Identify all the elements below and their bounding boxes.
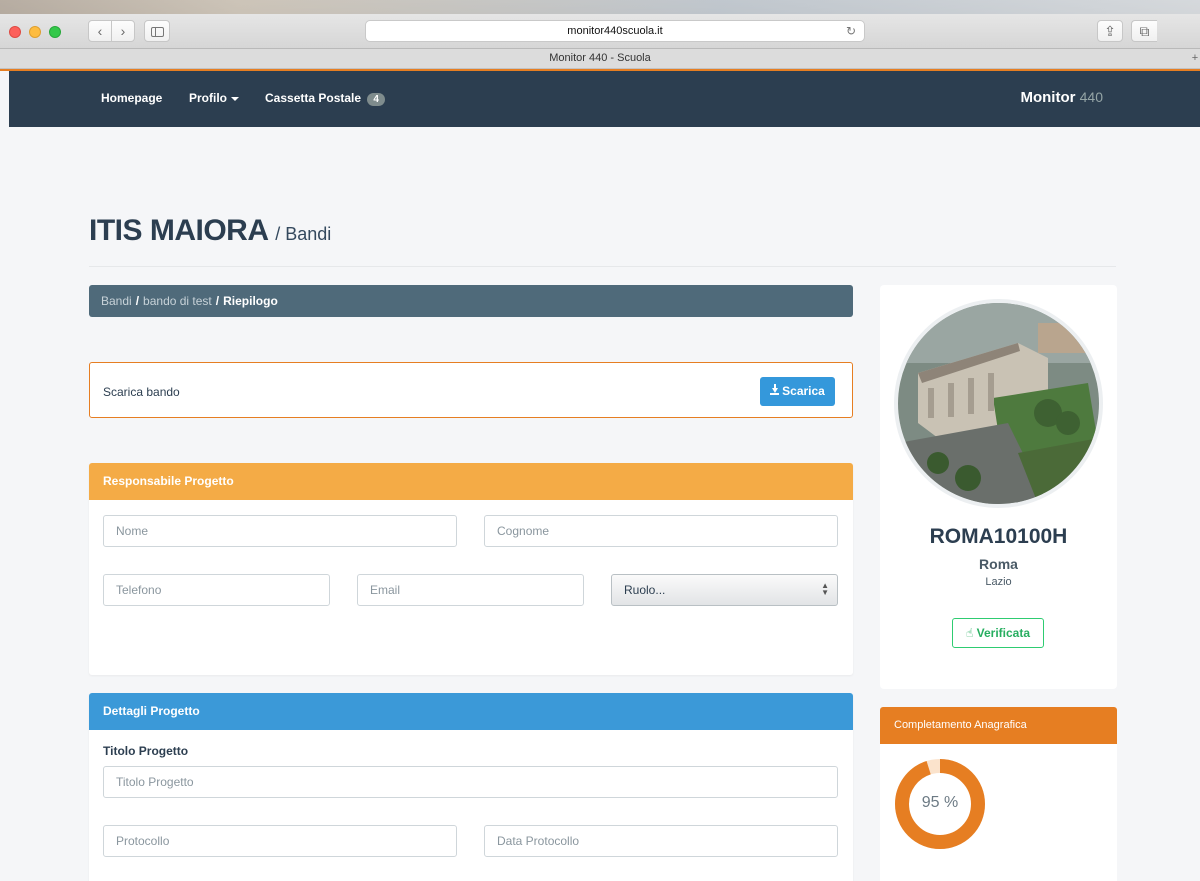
select-arrows-icon: ▲ ▼ bbox=[821, 581, 829, 597]
minimize-window-button[interactable] bbox=[29, 26, 41, 38]
download-bando-box: Scarica bando Scarica bbox=[89, 362, 853, 418]
cognome-input[interactable]: Cognome bbox=[484, 515, 838, 547]
nav-homepage[interactable]: Homepage bbox=[101, 91, 162, 105]
zoom-window-button[interactable] bbox=[49, 26, 61, 38]
share-button[interactable]: ⇪ bbox=[1097, 20, 1123, 42]
scarica-button[interactable]: Scarica bbox=[760, 377, 835, 406]
page-subtitle: / Bandi bbox=[275, 224, 332, 244]
responsabile-panel-heading: Responsabile Progetto bbox=[89, 463, 853, 500]
protocollo-input[interactable]: Protocollo bbox=[103, 825, 457, 857]
titolo-progetto-label: Titolo Progetto bbox=[103, 744, 189, 758]
url-text: monitor440scuola.it bbox=[567, 25, 663, 37]
show-tabs-button[interactable]: ⧉ bbox=[1131, 20, 1157, 42]
school-aerial-image bbox=[898, 303, 1099, 504]
scarica-button-label: Scarica bbox=[782, 384, 825, 398]
chevron-right-icon: › bbox=[120, 23, 126, 39]
nav-profilo-label: Profilo bbox=[189, 91, 227, 105]
telefono-input[interactable]: Telefono bbox=[103, 574, 330, 606]
mailbox-count-badge: 4 bbox=[367, 93, 385, 106]
tab-bar: Monitor 440 - Scuola + bbox=[0, 49, 1200, 69]
sidebar-icon bbox=[150, 27, 164, 37]
completion-heading: Completamento Anagrafica bbox=[880, 707, 1117, 744]
ruolo-select[interactable]: Ruolo... ▲ ▼ bbox=[611, 574, 838, 606]
dettagli-progetto-panel: Dettagli Progetto Titolo Progetto Titolo… bbox=[89, 693, 853, 881]
title-divider bbox=[89, 266, 1116, 267]
nav-profilo-dropdown[interactable]: Profilo bbox=[189, 91, 239, 105]
nome-input[interactable]: Nome bbox=[103, 515, 457, 547]
email-input[interactable]: Email bbox=[357, 574, 584, 606]
back-button[interactable]: ‹ bbox=[88, 20, 112, 42]
page-title: ITIS MAIORA / Bandi bbox=[89, 214, 331, 248]
completamento-anagrafica-card: Completamento Anagrafica 95 % bbox=[880, 707, 1117, 881]
nav-mail-label: Cassetta Postale bbox=[265, 91, 362, 105]
verificata-label: Verificata bbox=[976, 626, 1031, 640]
breadcrumb-bando-di-test[interactable]: bando di test bbox=[143, 294, 212, 308]
brand-number: 440 bbox=[1079, 89, 1103, 105]
forward-button[interactable]: › bbox=[111, 20, 135, 42]
share-icon: ⇪ bbox=[1104, 23, 1116, 39]
breadcrumb: Bandi / bando di test / Riepilogo bbox=[89, 285, 853, 317]
school-code: ROMA10100H bbox=[929, 525, 1068, 548]
dettagli-panel-heading: Dettagli Progetto bbox=[89, 693, 853, 730]
titolo-progetto-input[interactable]: Titolo Progetto bbox=[103, 766, 838, 798]
main-navbar: Homepage Profilo Cassetta Postale 4 Moni… bbox=[9, 71, 1200, 127]
school-profile-card: ROMA10100H Roma Lazio ☝ Verificata bbox=[880, 285, 1117, 689]
completion-percent: 95 % bbox=[921, 794, 959, 811]
breadcrumb-separator: / bbox=[215, 294, 220, 308]
desktop-background-strip bbox=[0, 0, 1200, 14]
breadcrumb-riepilogo: Riepilogo bbox=[223, 294, 278, 308]
address-bar[interactable]: monitor440scuola.it ↻ bbox=[365, 20, 865, 42]
tab-title[interactable]: Monitor 440 - Scuola bbox=[549, 52, 651, 64]
verificata-button[interactable]: ☝ Verificata bbox=[952, 618, 1044, 648]
brand-name: Monitor bbox=[1020, 89, 1076, 106]
caret-down-icon bbox=[231, 96, 239, 101]
sidebar-toggle-button[interactable] bbox=[144, 20, 170, 42]
close-window-button[interactable] bbox=[9, 26, 21, 38]
breadcrumb-bandi[interactable]: Bandi bbox=[101, 294, 132, 308]
data-protocollo-input[interactable]: Data Protocollo bbox=[484, 825, 838, 857]
new-tab-icon[interactable]: + bbox=[1190, 49, 1200, 68]
responsabile-progetto-panel: Responsabile Progetto Nome Cognome Telef… bbox=[89, 463, 853, 675]
school-name: ITIS MAIORA bbox=[89, 214, 268, 247]
ruolo-selected-value: Ruolo... bbox=[624, 583, 666, 597]
download-label: Scarica bando bbox=[103, 385, 180, 399]
nav-cassetta-postale[interactable]: Cassetta Postale 4 bbox=[265, 91, 385, 106]
school-region: Lazio bbox=[985, 576, 1012, 588]
school-city: Roma bbox=[979, 556, 1018, 572]
school-photo bbox=[894, 299, 1103, 508]
browser-toolbar: ‹ › monitor440scuola.it ↻ ⇪ ⧉ bbox=[0, 0, 1200, 49]
thumbs-up-icon: ☝ bbox=[965, 626, 974, 640]
breadcrumb-separator: / bbox=[135, 294, 140, 308]
reload-icon[interactable]: ↻ bbox=[846, 21, 856, 41]
brand-logo[interactable]: Monitor 440 bbox=[1020, 89, 1103, 106]
chevron-left-icon: ‹ bbox=[97, 23, 103, 39]
tabs-icon: ⧉ bbox=[1139, 23, 1150, 39]
download-icon bbox=[770, 384, 780, 395]
